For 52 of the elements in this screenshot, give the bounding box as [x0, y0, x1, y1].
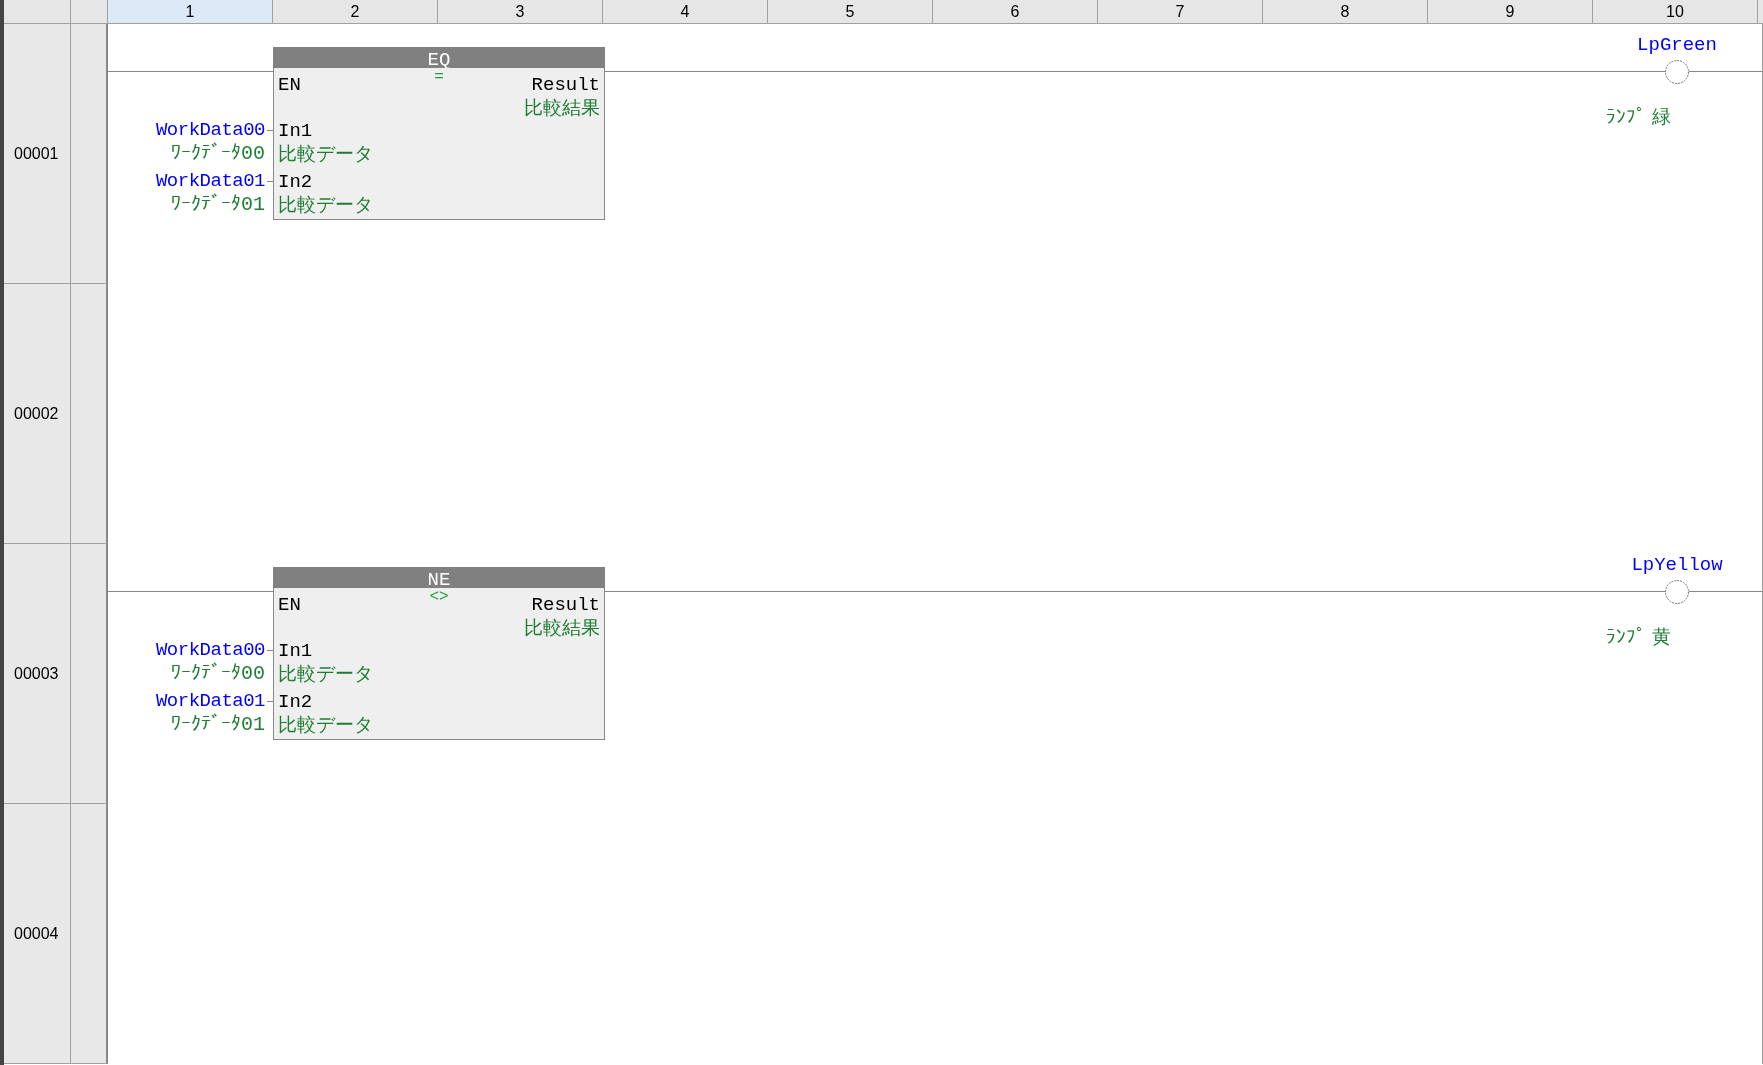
coil-icon[interactable] [1664, 579, 1690, 605]
pin-comment: 比較結果 [524, 614, 600, 640]
variable-name: WorkData01 [155, 169, 265, 192]
function-block[interactable]: EQ = EN Result 比較結果 In1 比較データ In2 比較データ [273, 47, 605, 220]
wire [267, 181, 273, 182]
rung-number: 00002 [4, 284, 71, 544]
variable-comment: ﾜｰｸﾃﾞｰﾀ00 [171, 140, 265, 165]
column-header[interactable]: 8 [1263, 0, 1428, 23]
pin-comment: 比較結果 [524, 94, 600, 120]
pin-label: In1 [278, 119, 313, 142]
pin-label: In2 [278, 690, 313, 713]
rung-number: 00001 [4, 24, 71, 284]
column-header[interactable]: 9 [1428, 0, 1593, 23]
variable-name: WorkData00 [155, 118, 265, 141]
operator-symbol: <> [429, 589, 449, 605]
variable-name: WorkData00 [155, 638, 265, 661]
rung-number: 00004 [4, 804, 71, 1064]
pin-label: In1 [278, 639, 313, 662]
pin-label: In2 [278, 170, 313, 193]
variable-comment: ﾜｰｸﾃﾞｰﾀ01 [171, 191, 265, 216]
pin-comment: 比較データ [278, 140, 373, 166]
column-header[interactable]: 6 [933, 0, 1098, 23]
column-header[interactable]: 10 [1593, 0, 1758, 23]
coil-icon[interactable] [1664, 59, 1690, 85]
wire [267, 130, 273, 131]
block-title: EQ [273, 47, 605, 68]
wire [267, 701, 273, 702]
coil-variable: LpYellow [1631, 554, 1723, 576]
coil-comment: ﾗﾝﾌﾟ 緑 [1606, 104, 1672, 129]
coil-comment: ﾗﾝﾌﾟ 黄 [1606, 624, 1672, 649]
pin-comment: 比較データ [278, 660, 373, 686]
column-header[interactable]: 1 [108, 0, 273, 23]
pin-comment: 比較データ [278, 191, 373, 217]
wire [267, 650, 273, 651]
pin-label: EN [278, 73, 301, 96]
block-title: NE [273, 567, 605, 588]
column-header[interactable]: 2 [273, 0, 438, 23]
variable-name: WorkData01 [155, 689, 265, 712]
pin-label: Result [531, 73, 600, 96]
pin-label: Result [531, 593, 600, 616]
column-header[interactable]: 5 [768, 0, 933, 23]
rung-number: 00003 [4, 544, 71, 804]
variable-comment: ﾜｰｸﾃﾞｰﾀ00 [171, 660, 265, 685]
pin-label: EN [278, 593, 301, 616]
column-header[interactable]: 4 [603, 0, 768, 23]
variable-comment: ﾜｰｸﾃﾞｰﾀ01 [171, 711, 265, 736]
operator-symbol: = [434, 69, 444, 85]
function-block[interactable]: NE <> EN Result 比較結果 In1 比較データ In2 比較データ [273, 567, 605, 740]
column-header[interactable]: 3 [438, 0, 603, 23]
pin-comment: 比較データ [278, 711, 373, 737]
column-header[interactable]: 7 [1098, 0, 1263, 23]
coil-variable: LpGreen [1637, 34, 1717, 56]
